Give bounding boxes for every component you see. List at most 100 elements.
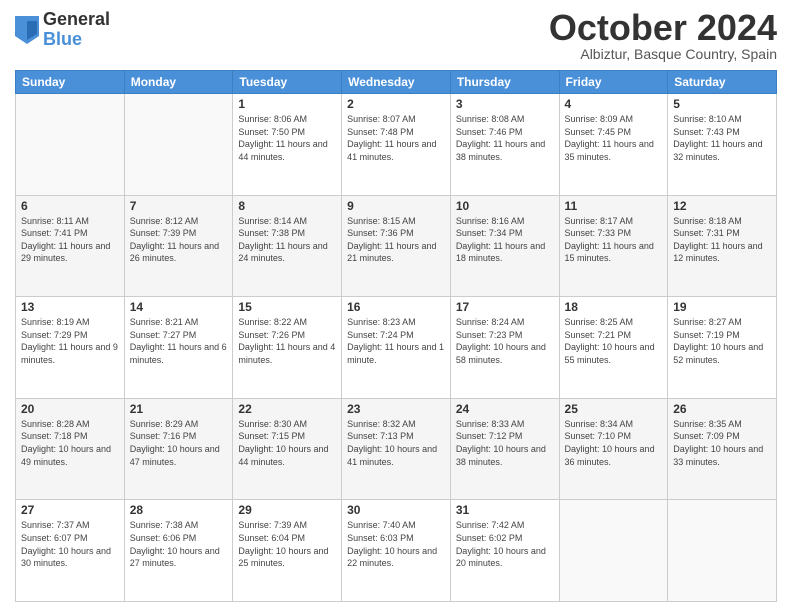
calendar-cell: 5 Sunrise: 8:10 AM Sunset: 7:43 PM Daylig… (668, 94, 777, 196)
calendar-cell: 22 Sunrise: 8:30 AM Sunset: 7:15 PM Dayli… (233, 398, 342, 500)
day-number: 29 (238, 503, 336, 517)
logo-icon (15, 16, 39, 44)
day-number: 9 (347, 199, 445, 213)
page: General Blue October 2024 Albiztur, Basq… (0, 0, 792, 612)
day-number: 30 (347, 503, 445, 517)
weekday-header-monday: Monday (124, 71, 233, 94)
day-number: 31 (456, 503, 554, 517)
day-number: 19 (673, 300, 771, 314)
day-number: 3 (456, 97, 554, 111)
day-number: 22 (238, 402, 336, 416)
calendar-cell: 28 Sunrise: 7:38 AM Sunset: 6:06 PM Dayli… (124, 500, 233, 602)
calendar-cell: 17Sunrise: 8:24 AM Sunset: 7:23 PM Dayli… (450, 297, 559, 399)
calendar-cell: 15Sunrise: 8:22 AM Sunset: 7:26 PM Dayli… (233, 297, 342, 399)
calendar-cell: 4 Sunrise: 8:09 AM Sunset: 7:45 PM Daylig… (559, 94, 668, 196)
day-number: 18 (565, 300, 663, 314)
weekday-header-thursday: Thursday (450, 71, 559, 94)
logo-blue-text: Blue (43, 30, 110, 50)
day-number: 28 (130, 503, 228, 517)
day-info: Sunrise: 8:23 AM Sunset: 7:24 PM Dayligh… (347, 316, 445, 366)
calendar-cell: 30 Sunrise: 7:40 AM Sunset: 6:03 PM Dayli… (342, 500, 451, 602)
day-info: Sunrise: 8:12 AM Sunset: 7:39 PM Dayligh… (130, 215, 228, 265)
day-info: Sunrise: 8:14 AM Sunset: 7:38 PM Dayligh… (238, 215, 336, 265)
week-row-3: 13Sunrise: 8:19 AM Sunset: 7:29 PM Dayli… (16, 297, 777, 399)
weekday-header-saturday: Saturday (668, 71, 777, 94)
calendar-cell (668, 500, 777, 602)
calendar-cell: 7Sunrise: 8:12 AM Sunset: 7:39 PM Daylig… (124, 195, 233, 297)
logo-general-text: General (43, 10, 110, 30)
calendar-cell: 29 Sunrise: 7:39 AM Sunset: 6:04 PM Dayli… (233, 500, 342, 602)
day-number: 5 (673, 97, 771, 111)
calendar-cell: 20 Sunrise: 8:28 AM Sunset: 7:18 PM Dayli… (16, 398, 125, 500)
calendar-cell (124, 94, 233, 196)
day-info: Sunrise: 8:17 AM Sunset: 7:33 PM Dayligh… (565, 215, 663, 265)
calendar-cell: 10Sunrise: 8:16 AM Sunset: 7:34 PM Dayli… (450, 195, 559, 297)
day-number: 16 (347, 300, 445, 314)
day-number: 15 (238, 300, 336, 314)
day-number: 10 (456, 199, 554, 213)
header: General Blue October 2024 Albiztur, Basq… (15, 10, 777, 62)
day-info: Sunrise: 8:29 AM Sunset: 7:16 PM Dayligh… (130, 418, 228, 468)
calendar-cell: 9 Sunrise: 8:15 AM Sunset: 7:36 PM Daylig… (342, 195, 451, 297)
calendar-cell: 12Sunrise: 8:18 AM Sunset: 7:31 PM Dayli… (668, 195, 777, 297)
calendar-table: SundayMondayTuesdayWednesdayThursdayFrid… (15, 70, 777, 602)
day-number: 2 (347, 97, 445, 111)
day-number: 6 (21, 199, 119, 213)
weekday-header-friday: Friday (559, 71, 668, 94)
calendar-cell: 24 Sunrise: 8:33 AM Sunset: 7:12 PM Dayli… (450, 398, 559, 500)
day-number: 20 (21, 402, 119, 416)
day-info: Sunrise: 8:30 AM Sunset: 7:15 PM Dayligh… (238, 418, 336, 468)
day-number: 23 (347, 402, 445, 416)
calendar-cell: 26 Sunrise: 8:35 AM Sunset: 7:09 PM Dayli… (668, 398, 777, 500)
calendar-cell: 19 Sunrise: 8:27 AM Sunset: 7:19 PM Dayli… (668, 297, 777, 399)
weekday-header-wednesday: Wednesday (342, 71, 451, 94)
day-number: 27 (21, 503, 119, 517)
day-number: 4 (565, 97, 663, 111)
day-info: Sunrise: 7:38 AM Sunset: 6:06 PM Dayligh… (130, 519, 228, 569)
calendar-cell: 31 Sunrise: 7:42 AM Sunset: 6:02 PM Dayli… (450, 500, 559, 602)
day-info: Sunrise: 7:40 AM Sunset: 6:03 PM Dayligh… (347, 519, 445, 569)
title-block: October 2024 Albiztur, Basque Country, S… (549, 10, 777, 62)
calendar-cell: 6 Sunrise: 8:11 AM Sunset: 7:41 PM Daylig… (16, 195, 125, 297)
day-number: 24 (456, 402, 554, 416)
day-number: 21 (130, 402, 228, 416)
day-number: 1 (238, 97, 336, 111)
day-info: Sunrise: 8:18 AM Sunset: 7:31 PM Dayligh… (673, 215, 771, 265)
calendar-cell: 23 Sunrise: 8:32 AM Sunset: 7:13 PM Dayli… (342, 398, 451, 500)
day-info: Sunrise: 8:19 AM Sunset: 7:29 PM Dayligh… (21, 316, 119, 366)
day-info: Sunrise: 8:28 AM Sunset: 7:18 PM Dayligh… (21, 418, 119, 468)
calendar-cell: 21 Sunrise: 8:29 AM Sunset: 7:16 PM Dayli… (124, 398, 233, 500)
logo-text: General Blue (43, 10, 110, 50)
day-info: Sunrise: 8:34 AM Sunset: 7:10 PM Dayligh… (565, 418, 663, 468)
day-number: 17 (456, 300, 554, 314)
day-info: Sunrise: 8:25 AM Sunset: 7:21 PM Dayligh… (565, 316, 663, 366)
day-info: Sunrise: 8:15 AM Sunset: 7:36 PM Dayligh… (347, 215, 445, 265)
day-info: Sunrise: 8:32 AM Sunset: 7:13 PM Dayligh… (347, 418, 445, 468)
calendar-cell: 18 Sunrise: 8:25 AM Sunset: 7:21 PM Dayli… (559, 297, 668, 399)
day-info: Sunrise: 8:11 AM Sunset: 7:41 PM Dayligh… (21, 215, 119, 265)
day-info: Sunrise: 8:10 AM Sunset: 7:43 PM Dayligh… (673, 113, 771, 163)
day-info: Sunrise: 8:08 AM Sunset: 7:46 PM Dayligh… (456, 113, 554, 163)
day-number: 14 (130, 300, 228, 314)
calendar-cell (16, 94, 125, 196)
week-row-1: 1Sunrise: 8:06 AM Sunset: 7:50 PM Daylig… (16, 94, 777, 196)
day-number: 8 (238, 199, 336, 213)
day-number: 11 (565, 199, 663, 213)
day-info: Sunrise: 7:42 AM Sunset: 6:02 PM Dayligh… (456, 519, 554, 569)
day-info: Sunrise: 8:07 AM Sunset: 7:48 PM Dayligh… (347, 113, 445, 163)
day-info: Sunrise: 8:35 AM Sunset: 7:09 PM Dayligh… (673, 418, 771, 468)
day-info: Sunrise: 8:27 AM Sunset: 7:19 PM Dayligh… (673, 316, 771, 366)
week-row-5: 27Sunrise: 7:37 AM Sunset: 6:07 PM Dayli… (16, 500, 777, 602)
day-info: Sunrise: 8:21 AM Sunset: 7:27 PM Dayligh… (130, 316, 228, 366)
calendar-cell: 11 Sunrise: 8:17 AM Sunset: 7:33 PM Dayli… (559, 195, 668, 297)
day-number: 26 (673, 402, 771, 416)
location-subtitle: Albiztur, Basque Country, Spain (549, 46, 777, 62)
calendar-cell: 8 Sunrise: 8:14 AM Sunset: 7:38 PM Daylig… (233, 195, 342, 297)
day-info: Sunrise: 8:33 AM Sunset: 7:12 PM Dayligh… (456, 418, 554, 468)
week-row-4: 20 Sunrise: 8:28 AM Sunset: 7:18 PM Dayli… (16, 398, 777, 500)
month-title: October 2024 (549, 10, 777, 46)
calendar-cell (559, 500, 668, 602)
day-info: Sunrise: 8:09 AM Sunset: 7:45 PM Dayligh… (565, 113, 663, 163)
week-row-2: 6 Sunrise: 8:11 AM Sunset: 7:41 PM Daylig… (16, 195, 777, 297)
day-info: Sunrise: 7:39 AM Sunset: 6:04 PM Dayligh… (238, 519, 336, 569)
